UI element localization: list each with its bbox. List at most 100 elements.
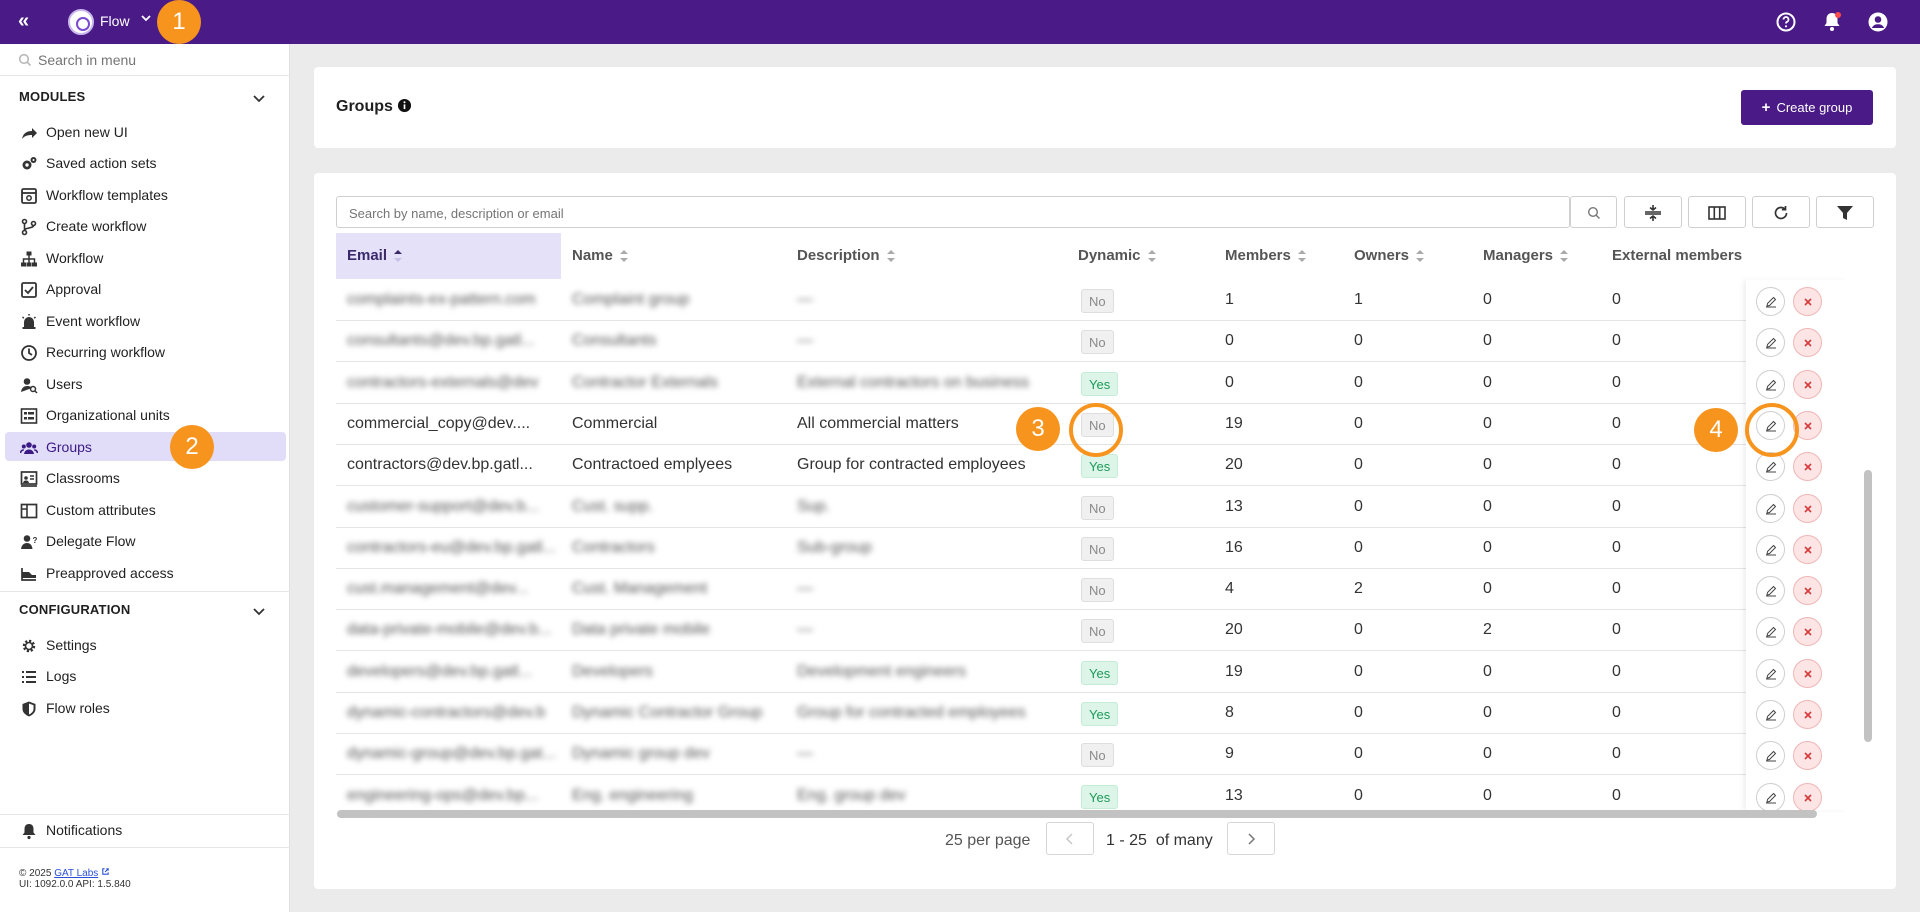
table-row[interactable]: contractors-eu@dev.bp.gatl... Contractors… <box>336 528 1846 569</box>
column-email[interactable]: Email <box>336 233 561 279</box>
delete-button[interactable] <box>1793 782 1822 812</box>
nav-item-saved-action-sets[interactable]: Saved action sets <box>5 148 286 177</box>
menu-search <box>0 44 290 76</box>
column-dynamic[interactable]: Dynamic <box>1078 233 1157 279</box>
table-row[interactable]: cust.management@dev... Cust. Management — 4… <box>336 569 1846 611</box>
delete-button[interactable] <box>1793 617 1822 647</box>
nav-item-approval[interactable]: Approval <box>5 274 286 303</box>
nav-item-groups[interactable]: Groups <box>5 432 286 461</box>
configuration-section-header[interactable]: CONFIGURATION <box>0 596 290 624</box>
help-icon[interactable] <box>1774 10 1798 34</box>
menu-search-input[interactable] <box>38 49 268 71</box>
nav-item-create-workflow[interactable]: Create workflow <box>5 211 286 240</box>
table-row[interactable]: consultants@dev.bp.gatl... Consultants — 0 0… <box>336 321 1846 363</box>
column-owners[interactable]: Owners <box>1354 233 1425 279</box>
delete-button[interactable] <box>1793 287 1822 316</box>
column-members[interactable]: Members <box>1225 233 1307 279</box>
delete-button[interactable] <box>1793 493 1822 523</box>
column-description[interactable]: Description <box>797 233 896 279</box>
nav-item-open-new-ui[interactable]: Open new UI <box>5 117 286 146</box>
close-icon <box>1804 628 1812 636</box>
filter-button[interactable] <box>1816 196 1874 228</box>
edit-button[interactable] <box>1756 493 1785 523</box>
nav-item-workflow[interactable]: Workflow <box>5 243 286 272</box>
table-row[interactable]: data-private-mobile@dev.b... Data private… <box>336 610 1846 652</box>
edit-button[interactable] <box>1756 576 1785 606</box>
nav-item-organizational-units[interactable]: Organizational units <box>5 400 286 429</box>
table-row[interactable]: engineering-ops@dev.bp... Eng. engineerin… <box>336 776 1846 810</box>
nav-item-notifications[interactable]: Notifications <box>5 815 286 844</box>
delegate-icon: ? <box>21 535 38 549</box>
edit-button[interactable] <box>1756 782 1785 812</box>
nav-item-preapproved-access[interactable]: Preapproved access <box>5 558 286 587</box>
cell-description: — <box>797 580 813 598</box>
table-body: complaints-ex-pattern.com Complaint group… <box>336 280 1846 810</box>
table-search-button[interactable] <box>1570 196 1617 228</box>
annotation-marker-2: 2 <box>170 425 214 469</box>
account-icon[interactable] <box>1866 10 1890 34</box>
edit-button[interactable] <box>1756 369 1785 399</box>
info-icon[interactable] <box>397 98 412 113</box>
prev-page-button[interactable] <box>1046 822 1094 855</box>
nav-item-users[interactable]: Users <box>5 369 286 398</box>
table-row[interactable]: customer-support@dev.b... Cust. supp. Sup.… <box>336 487 1846 528</box>
cell-name: Contractoed emplyees <box>572 456 733 474</box>
edit-button[interactable] <box>1756 328 1785 358</box>
dynamic-badge: Yes <box>1081 454 1119 479</box>
density-button[interactable] <box>1624 196 1682 228</box>
nav-item-delegate-flow[interactable]: ? Delegate Flow <box>5 526 286 555</box>
delete-button[interactable] <box>1793 452 1822 482</box>
delete-button[interactable] <box>1793 369 1822 399</box>
delete-button[interactable] <box>1793 328 1822 358</box>
vertical-scrollbar[interactable] <box>1864 470 1872 742</box>
delete-button[interactable] <box>1793 534 1822 564</box>
refresh-button[interactable] <box>1752 196 1810 228</box>
edit-button[interactable] <box>1756 617 1785 647</box>
nav-label: Preapproved access <box>46 565 174 581</box>
delete-button[interactable] <box>1793 576 1822 606</box>
column-name[interactable]: Name <box>572 233 629 279</box>
cell-email: contractors-externals@dev <box>347 373 539 391</box>
nav-label: Custom attributes <box>46 502 156 518</box>
table-row[interactable]: contractors-externals@dev Contractor Exte… <box>336 363 1846 404</box>
column-managers[interactable]: Managers <box>1483 233 1569 279</box>
cell-description: — <box>797 621 813 639</box>
create-group-button[interactable]: + Create group <box>1741 90 1873 125</box>
delete-button[interactable] <box>1793 741 1822 771</box>
next-page-button[interactable] <box>1227 822 1275 855</box>
nav-item-classrooms[interactable]: Classrooms <box>5 463 286 492</box>
table-row[interactable]: dynamic-group@dev.bp.gat... Dynamic group… <box>336 734 1846 776</box>
table-search-input[interactable] <box>349 203 1529 223</box>
table-row[interactable]: developers@dev.bp.gatl... Developers Devel… <box>336 652 1846 693</box>
nav-item-settings[interactable]: Settings <box>5 630 286 659</box>
table-row[interactable]: dynamic-contractors@dev.b Dynamic Contrac… <box>336 693 1846 734</box>
nav-label: Create workflow <box>46 218 147 234</box>
table-row[interactable]: complaints-ex-pattern.com Complaint group… <box>336 280 1846 321</box>
nav-label: Notifications <box>46 822 123 838</box>
app-switcher-chevron-icon[interactable] <box>140 12 152 24</box>
delete-button[interactable] <box>1793 658 1822 688</box>
nav-item-custom-attributes[interactable]: Custom attributes <box>5 495 286 524</box>
edit-button[interactable] <box>1756 741 1785 771</box>
nav-item-recurring-workflow[interactable]: Recurring workflow <box>5 337 286 366</box>
app-name[interactable]: Flow <box>100 13 130 29</box>
nav-item-logs[interactable]: Logs <box>5 661 286 690</box>
nav-item-flow-roles[interactable]: Flow roles <box>5 693 286 722</box>
edit-button[interactable] <box>1756 534 1785 564</box>
notifications-bell-icon[interactable] <box>1820 10 1844 34</box>
gat-labs-link[interactable]: GAT Labs <box>54 868 98 879</box>
edit-button[interactable] <box>1756 287 1785 316</box>
classroom-icon <box>20 471 38 487</box>
columns-button[interactable] <box>1688 196 1746 228</box>
column-external-members[interactable]: External members <box>1612 233 1746 279</box>
nav-item-event-workflow[interactable]: Event workflow <box>5 306 286 335</box>
edit-button[interactable] <box>1756 658 1785 688</box>
horizontal-scrollbar[interactable] <box>337 810 1817 818</box>
custom-attributes-icon <box>20 503 38 519</box>
edit-button[interactable] <box>1756 700 1785 729</box>
per-page-selector[interactable]: 25 per page <box>945 832 1030 850</box>
delete-button[interactable] <box>1793 700 1822 729</box>
nav-item-workflow-templates[interactable]: Workflow templates <box>5 180 286 209</box>
modules-section-header[interactable]: MODULES <box>0 83 290 111</box>
collapse-sidebar-icon[interactable]: « <box>18 11 29 31</box>
